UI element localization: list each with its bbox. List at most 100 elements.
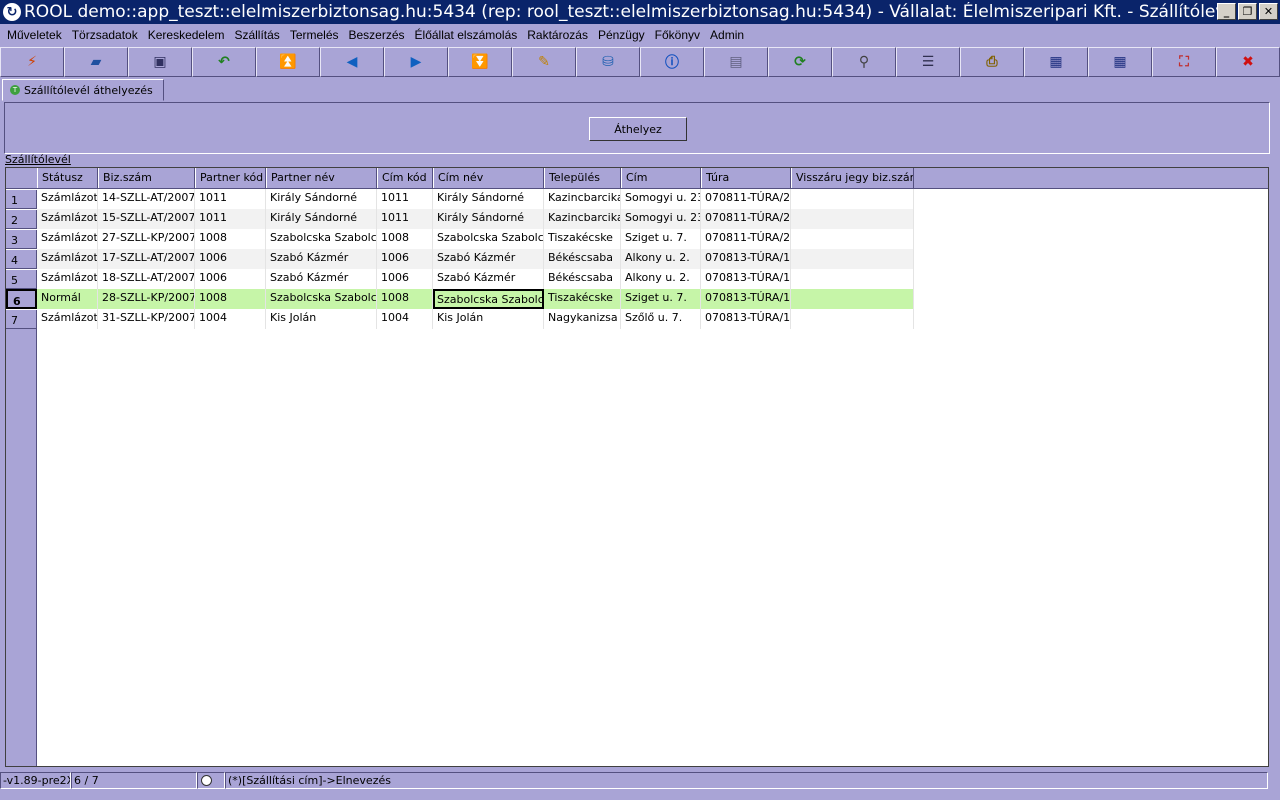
table-cell[interactable]: Szabó Kázmér — [433, 269, 544, 289]
table-cell[interactable]: Sziget u. 7. — [621, 289, 701, 309]
menu-beszerzes[interactable]: Beszerzés — [344, 28, 410, 42]
table-cell[interactable]: 1008 — [195, 289, 266, 309]
fullscreen-button[interactable]: ⛶ — [1152, 47, 1216, 77]
close-red-button[interactable]: ✖ — [1216, 47, 1280, 77]
table-cell[interactable] — [791, 229, 914, 249]
table-cell[interactable]: Szőlő u. 7. — [621, 309, 701, 329]
form-view-button[interactable]: ▤ — [704, 47, 768, 77]
menu-admin[interactable]: Admin — [705, 28, 749, 42]
open-folder-button[interactable]: ▰ — [64, 47, 128, 77]
refresh-button[interactable]: ⟳ — [768, 47, 832, 77]
table-cell[interactable]: Somogyi u. 23. — [621, 189, 701, 209]
table-cell[interactable]: Szabó Kázmér — [266, 249, 377, 269]
table-cell[interactable]: Számlázott — [37, 309, 98, 329]
table-row[interactable]: Normál 28-SZLL-KP/2007 1008 Szabolcska Szab… — [37, 289, 914, 309]
table-cell[interactable]: 1006 — [195, 249, 266, 269]
table-cell[interactable] — [791, 289, 914, 309]
menu-raktarozas[interactable]: Raktározás — [522, 28, 593, 42]
table-cell[interactable]: Számlázott — [37, 209, 98, 229]
table-cell[interactable]: 1008 — [377, 289, 433, 309]
row-number[interactable]: 5 — [6, 269, 37, 289]
column-header[interactable]: Partner név — [266, 168, 377, 188]
table-cell[interactable]: 15-SZLL-AT/2007 — [98, 209, 195, 229]
previous-record-button[interactable]: ◀ — [320, 47, 384, 77]
table-cell[interactable]: 31-SZLL-KP/2007 — [98, 309, 195, 329]
table-cell[interactable]: 070813-TÚRA/1 — [701, 309, 791, 329]
table-cell[interactable] — [791, 189, 914, 209]
table-cell[interactable]: 1011 — [377, 189, 433, 209]
menu-fokonyv[interactable]: Főkönyv — [650, 28, 705, 42]
row-number[interactable]: 4 — [6, 249, 37, 269]
table-cell[interactable]: 070813-TÚRA/1 — [701, 249, 791, 269]
table-cell[interactable]: Békéscsaba — [544, 249, 621, 269]
column-header[interactable]: Partner kód — [195, 168, 266, 188]
table-cell[interactable] — [791, 309, 914, 329]
row-number[interactable]: 2 — [6, 209, 37, 229]
table-cell[interactable]: 27-SZLL-KP/2007 — [98, 229, 195, 249]
table-cell[interactable]: Szabolcska Szabolcs — [266, 229, 377, 249]
table-cell[interactable]: Király Sándorné — [266, 189, 377, 209]
row-number[interactable]: 1 — [6, 189, 37, 209]
column-header[interactable]: Túra — [701, 168, 791, 188]
table-row[interactable]: Számlázott 18-SZLL-AT/2007 1006 Szabó Kázmé… — [37, 269, 914, 289]
table-cell[interactable]: Normál — [37, 289, 98, 309]
database-button[interactable]: ⛁ — [576, 47, 640, 77]
table-cell[interactable]: 28-SZLL-KP/2007 — [98, 289, 195, 309]
column-header[interactable]: Státusz — [37, 168, 98, 188]
table-cell[interactable] — [791, 209, 914, 229]
table-row[interactable]: Számlázott 15-SZLL-AT/2007 1011 Király Sánd… — [37, 209, 914, 229]
print-button[interactable]: ⎙ — [960, 47, 1024, 77]
minimize-button[interactable]: _ — [1217, 3, 1236, 20]
column-header[interactable]: Cím — [621, 168, 701, 188]
table-cell[interactable]: 1006 — [377, 249, 433, 269]
tab-szallitolevel-athelyezes[interactable]: T Szállítólevél áthelyezés — [2, 79, 164, 101]
table-cell[interactable]: Kazincbarcika — [544, 189, 621, 209]
table-cell[interactable]: 070811-TÚRA/2 — [701, 229, 791, 249]
table-cell[interactable]: Somogyi u. 23. — [621, 209, 701, 229]
table-cell[interactable]: 070813-TÚRA/1 — [701, 289, 791, 309]
column-header[interactable]: Visszáru jegy biz.szám: — [791, 168, 914, 188]
athelyez-button[interactable]: Áthelyez — [589, 117, 687, 141]
table-cell[interactable]: 1011 — [195, 189, 266, 209]
row-number[interactable]: 7 — [6, 309, 37, 329]
table-cell[interactable]: 14-SZLL-AT/2007 — [98, 189, 195, 209]
close-button[interactable]: ✕ — [1259, 3, 1278, 20]
table-cell[interactable]: 1011 — [377, 209, 433, 229]
column-header[interactable]: Település — [544, 168, 621, 188]
lightning-button[interactable]: ⚡ — [0, 47, 64, 77]
table-cell[interactable]: Alkony u. 2. — [621, 249, 701, 269]
table-cell[interactable]: Kis Jolán — [433, 309, 544, 329]
last-record-button[interactable]: ⏬ — [448, 47, 512, 77]
column-header[interactable]: Cím név — [433, 168, 544, 188]
table-cell[interactable] — [791, 249, 914, 269]
import-grid-button[interactable]: ▦ — [1088, 47, 1152, 77]
table-cell[interactable]: Sziget u. 7. — [621, 229, 701, 249]
table-cell[interactable]: 070811-TÚRA/2 — [701, 189, 791, 209]
table-cell[interactable]: Tiszakécske — [544, 229, 621, 249]
menu-szallitas[interactable]: Szállítás — [229, 28, 284, 42]
table-cell[interactable]: Szabó Kázmér — [433, 249, 544, 269]
table-cell[interactable]: Tiszakécske — [544, 289, 621, 309]
table-cell[interactable]: Számlázott — [37, 189, 98, 209]
table-cell[interactable]: 1008 — [195, 229, 266, 249]
menu-termeles[interactable]: Termelés — [285, 28, 344, 42]
first-record-button[interactable]: ⏫ — [256, 47, 320, 77]
next-record-button[interactable]: ▶ — [384, 47, 448, 77]
restore-button[interactable]: ❐ — [1238, 3, 1257, 20]
info-button[interactable]: ⓘ — [640, 47, 704, 77]
table-cell[interactable]: Kis Jolán — [266, 309, 377, 329]
save-disk-button[interactable]: ▣ — [128, 47, 192, 77]
row-number[interactable]: 6 — [6, 289, 37, 309]
table-cell[interactable]: Alkony u. 2. — [621, 269, 701, 289]
table-cell[interactable]: Szabolcska Szabolcs — [266, 289, 377, 309]
table-row[interactable]: Számlázott 17-SZLL-AT/2007 1006 Szabó Kázmé… — [37, 249, 914, 269]
table-cell[interactable]: 1008 — [377, 229, 433, 249]
export-grid-button[interactable]: ▦ — [1024, 47, 1088, 77]
table-cell[interactable] — [791, 269, 914, 289]
table-cell[interactable]: 070811-TÚRA/2 — [701, 209, 791, 229]
undo-button[interactable]: ↶ — [192, 47, 256, 77]
table-cell[interactable]: Szabolcska Szabolcs — [433, 229, 544, 249]
table-cell[interactable]: 1006 — [377, 269, 433, 289]
menu-penzugy[interactable]: Pénzügy — [593, 28, 650, 42]
table-cell[interactable]: Számlázott — [37, 229, 98, 249]
